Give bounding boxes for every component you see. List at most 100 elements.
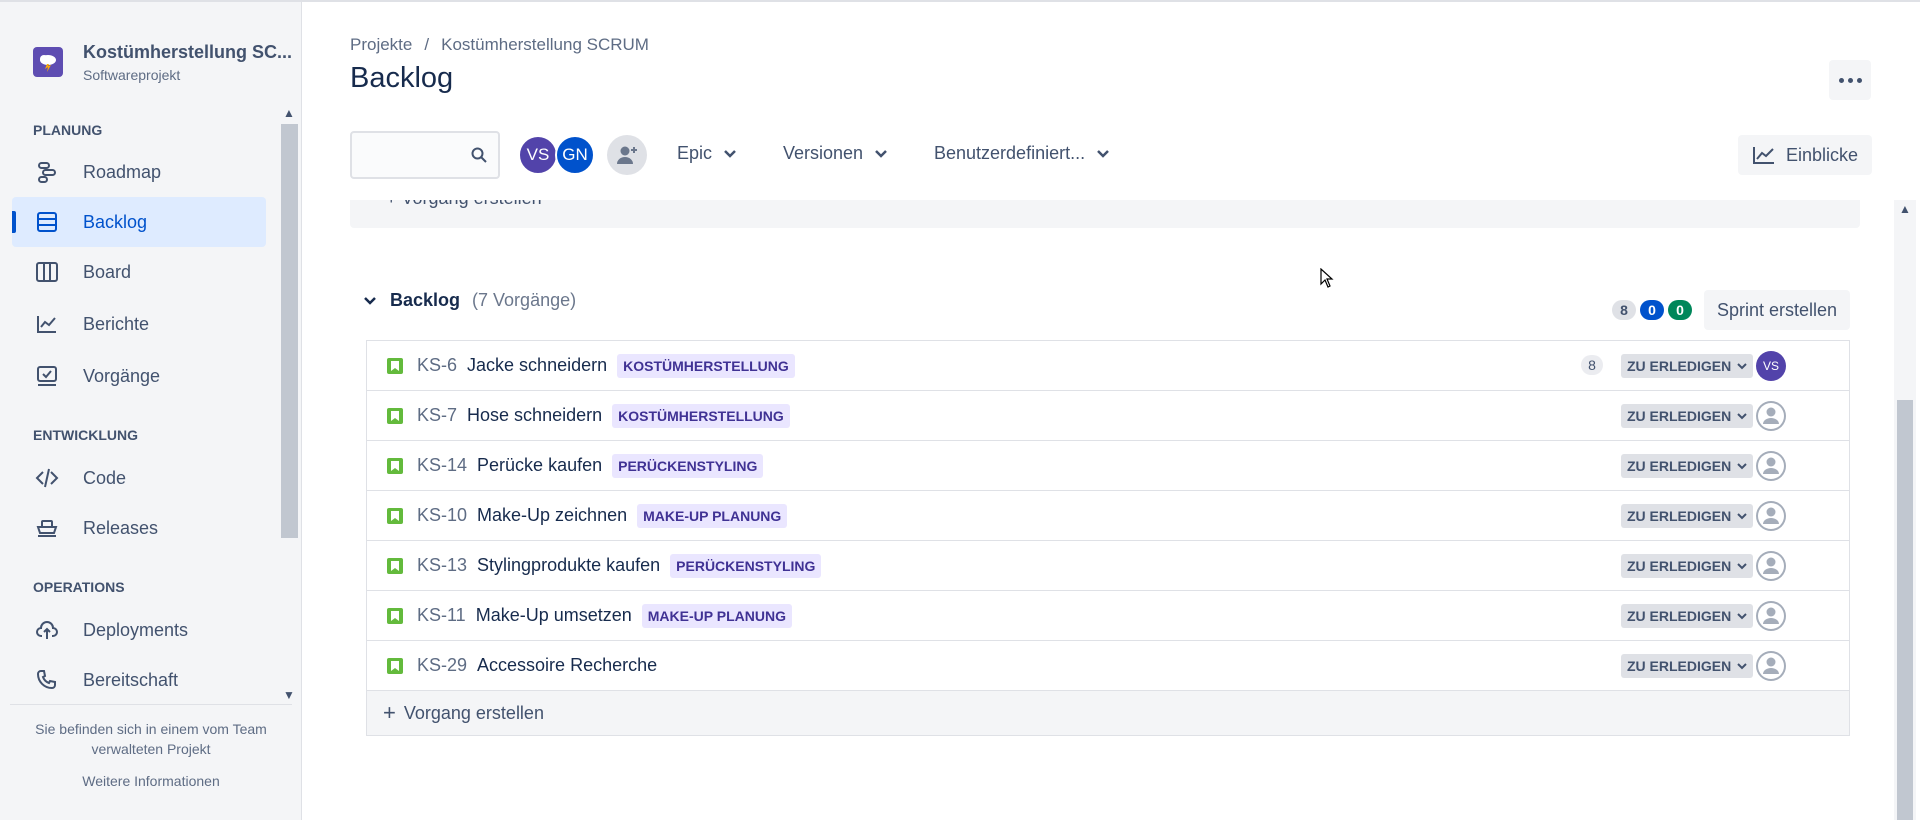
story-points-estimate[interactable]: 8 — [1581, 355, 1603, 375]
on-call-icon — [32, 665, 62, 695]
create-issue-button[interactable]: + Vorgang erstellen — [366, 690, 1850, 736]
story-icon — [387, 457, 403, 474]
insights-button[interactable]: Einblicke — [1738, 135, 1872, 175]
status-dropdown[interactable]: ZU ERLEDIGEN — [1621, 604, 1754, 628]
project-header[interactable]: Kostümherstellung SC... Softwareprojekt — [33, 42, 292, 83]
create-sprint-button[interactable]: Sprint erstellen — [1704, 290, 1850, 330]
chevron-down-icon — [1737, 662, 1747, 669]
epic-label[interactable]: PERÜCKENSTYLING — [670, 553, 822, 578]
filter-epic[interactable]: Epic — [677, 143, 736, 164]
collapse-chevron-icon[interactable] — [364, 292, 376, 310]
issue-key[interactable]: KS-11 — [417, 605, 466, 626]
sidebar-item-roadmap[interactable]: Roadmap — [12, 147, 266, 197]
epic-label[interactable]: KOSTÜMHERSTELLUNG — [617, 353, 795, 378]
badge-in-progress: 0 — [1640, 300, 1664, 320]
sidebar-item-label: Deployments — [83, 619, 189, 640]
issue-key[interactable]: KS-10 — [417, 505, 467, 526]
sidebar-item-releases[interactable]: Releases — [12, 503, 266, 553]
sidebar-item-code[interactable]: Code — [12, 453, 266, 503]
status-dropdown[interactable]: ZU ERLEDIGEN — [1621, 404, 1754, 428]
unassigned-avatar-icon[interactable] — [1756, 551, 1786, 581]
sidebar: Kostümherstellung SC... Softwareprojekt … — [0, 2, 302, 820]
story-icon — [387, 657, 403, 674]
epic-label[interactable]: KOSTÜMHERSTELLUNG — [612, 403, 790, 428]
sprint-create-issue-link[interactable]: + Vorgang erstellen — [386, 200, 542, 209]
status-dropdown[interactable]: ZU ERLEDIGEN — [1621, 354, 1754, 378]
backlog-icon — [32, 207, 62, 237]
sidebar-item-label: Bereitschaft — [83, 669, 179, 690]
search-field[interactable] — [350, 131, 500, 179]
filter-versionen[interactable]: Versionen — [783, 143, 887, 164]
avatar-vs[interactable]: VS — [518, 135, 558, 175]
breadcrumb: Projekte / Kostümherstellung SCRUM — [350, 35, 649, 55]
status-dropdown[interactable]: ZU ERLEDIGEN — [1621, 654, 1754, 678]
search-input[interactable] — [352, 133, 462, 177]
issue-row[interactable]: KS-14 Perücke kaufen PERÜCKENSTYLING ZU ERL… — [367, 441, 1849, 491]
issue-key[interactable]: KS-14 — [417, 455, 467, 476]
sidebar-item-bereitschaft[interactable]: Bereitschaft — [12, 655, 266, 702]
unassigned-avatar-icon[interactable] — [1756, 451, 1786, 481]
backlog-content: + Vorgang erstellen Backlog (7 Vorgänge)… — [302, 200, 1894, 820]
assignee-avatar[interactable]: VS — [1756, 351, 1786, 381]
sidebar-item-label: Releases — [83, 517, 159, 538]
sidebar-item-backlog[interactable]: Backlog — [12, 197, 266, 247]
reports-icon — [32, 309, 62, 339]
sidebar-item-berichte[interactable]: Berichte — [12, 299, 266, 349]
scroll-up-icon[interactable]: ▲ — [283, 106, 295, 120]
filter-label: Benutzerdefiniert... — [934, 143, 1086, 163]
filter-benutzerdefiniert[interactable]: Benutzerdefiniert... — [934, 143, 1109, 164]
sidebar-scroll-thumb[interactable] — [281, 124, 298, 538]
issue-list: KS-6 Jacke schneidern KOSTÜMHERSTELLUNG 8 ZU… — [366, 340, 1850, 691]
scroll-down-icon[interactable]: ▼ — [283, 688, 295, 702]
badge-todo: 8 — [1612, 300, 1636, 320]
sidebar-item-label: Board — [83, 261, 132, 282]
sidebar-item-label: Berichte — [83, 313, 150, 334]
sidebar-item-vorgaenge[interactable]: Vorgänge — [12, 351, 266, 401]
breadcrumb-projects[interactable]: Projekte — [350, 35, 412, 55]
more-actions-button[interactable] — [1829, 60, 1871, 100]
story-icon — [387, 557, 403, 574]
issue-row[interactable]: KS-6 Jacke schneidern KOSTÜMHERSTELLUNG 8 ZU… — [367, 341, 1849, 391]
status-dropdown[interactable]: ZU ERLEDIGEN — [1621, 454, 1754, 478]
epic-label[interactable]: MAKE-UP PLANUNG — [641, 603, 792, 628]
unassigned-avatar-icon[interactable] — [1756, 401, 1786, 431]
status-label: ZU ERLEDIGEN — [1627, 458, 1732, 474]
content-scrollbar[interactable]: ▲ — [1894, 200, 1916, 820]
breadcrumb-separator: / — [424, 35, 430, 54]
epic-label[interactable]: PERÜCKENSTYLING — [612, 453, 764, 478]
issue-summary: Make-Up zeichnen — [477, 505, 628, 525]
issue-row[interactable]: KS-10 Make-Up zeichnen MAKE-UP PLANUNG ZU E… — [367, 491, 1849, 541]
story-point-badges: 8 0 0 — [1612, 300, 1692, 320]
more-info-link[interactable]: Weitere Informationen — [82, 773, 219, 789]
issue-key[interactable]: KS-13 — [417, 555, 467, 576]
chevron-down-icon — [1737, 512, 1747, 519]
mouse-cursor-icon — [1320, 267, 1334, 293]
issue-row[interactable]: KS-11 Make-Up umsetzen MAKE-UP PLANUNG ZU E… — [367, 591, 1849, 641]
content-scroll-thumb[interactable] — [1897, 400, 1913, 820]
breadcrumb-project[interactable]: Kostümherstellung SCRUM — [441, 35, 649, 55]
unassigned-avatar-icon[interactable] — [1756, 651, 1786, 681]
issue-key[interactable]: KS-6 — [417, 355, 457, 376]
status-label: ZU ERLEDIGEN — [1627, 558, 1732, 574]
status-dropdown[interactable]: ZU ERLEDIGEN — [1621, 504, 1754, 528]
story-icon — [387, 507, 403, 524]
status-dropdown[interactable]: ZU ERLEDIGEN — [1621, 554, 1754, 578]
sidebar-item-deployments[interactable]: Deployments — [12, 605, 266, 655]
sidebar-scrollbar[interactable]: ▲ ▼ — [279, 104, 300, 704]
issue-row[interactable]: KS-29 Accessoire Recherche ZU ERLEDIGEN — [367, 641, 1849, 691]
unassigned-avatar-icon[interactable] — [1756, 501, 1786, 531]
sidebar-item-board[interactable]: Board — [12, 247, 266, 297]
scroll-up-icon[interactable]: ▲ — [1899, 202, 1911, 216]
story-icon — [387, 607, 403, 624]
sidebar-item-label: Backlog — [83, 211, 148, 232]
issue-key[interactable]: KS-29 — [417, 655, 467, 676]
issue-row[interactable]: KS-13 Stylingprodukte kaufen PERÜCKENSTYLI… — [367, 541, 1849, 591]
epic-label[interactable]: MAKE-UP PLANUNG — [637, 503, 788, 528]
issue-row[interactable]: KS-7 Hose schneidern KOSTÜMHERSTELLUNG ZU E… — [367, 391, 1849, 441]
unassigned-avatar-icon[interactable] — [1756, 601, 1786, 631]
avatar-gn[interactable]: GN — [555, 135, 595, 175]
add-people-button[interactable] — [607, 135, 647, 175]
team-managed-notice: Sie befinden sich in einem vom Team verw… — [35, 721, 267, 757]
sprint-panel: + Vorgang erstellen — [350, 200, 1860, 228]
issue-key[interactable]: KS-7 — [417, 405, 457, 426]
